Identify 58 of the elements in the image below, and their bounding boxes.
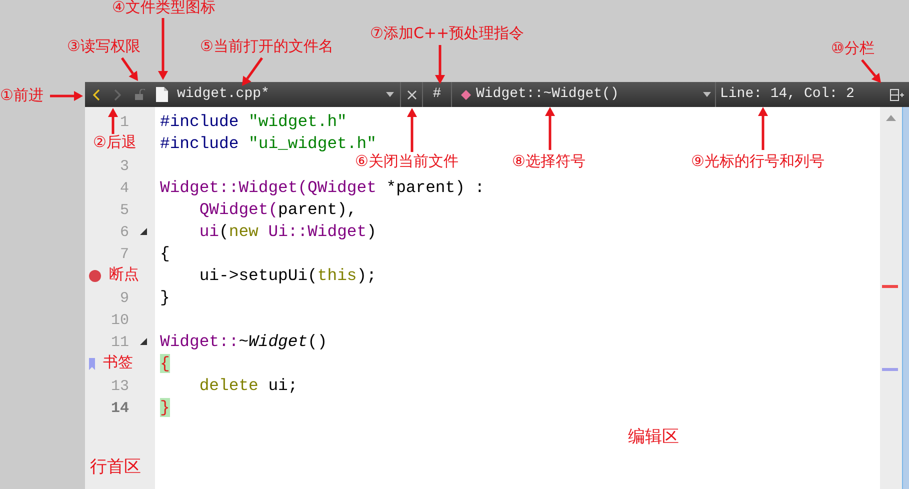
- annotation-label: ①前进: [0, 88, 44, 103]
- back-icon[interactable]: [92, 88, 100, 100]
- split-icon[interactable]: [890, 88, 904, 100]
- code-line: #include "ui_widget.h": [160, 133, 376, 154]
- line-number: 5: [120, 202, 129, 219]
- annotation-label: 行首区: [90, 459, 141, 476]
- arrow: [545, 107, 555, 150]
- line-number: 1: [120, 114, 129, 131]
- preprocessor-button[interactable]: #: [423, 84, 451, 105]
- line-number: 7: [120, 246, 129, 263]
- arrow: [50, 91, 83, 101]
- file-dropdown[interactable]: widget.cpp*: [173, 82, 394, 107]
- note-label: 断点: [109, 266, 139, 286]
- arrow: [407, 108, 417, 152]
- close-icon[interactable]: [406, 90, 416, 100]
- code-line: }: [160, 287, 170, 309]
- code-line: delete ui;: [198, 375, 298, 397]
- breakpoint-icon[interactable]: [89, 270, 101, 282]
- line-number: 13: [110, 378, 129, 395]
- arrow: [108, 108, 118, 134]
- cursor-position: Line: 14, Col: 2: [720, 85, 856, 104]
- line-number: 6: [120, 224, 129, 241]
- line-number: 10: [110, 312, 129, 329]
- annotation-label: ⑥关闭当前文件: [355, 154, 458, 169]
- arrow: [758, 107, 768, 150]
- file-icon: [156, 87, 168, 102]
- caret-icon: [386, 92, 394, 97]
- annotation-label: ⑩分栏: [831, 41, 874, 56]
- annotation-label: ⑧选择符号: [512, 154, 586, 169]
- annotation-label: ③读写权限: [67, 39, 140, 54]
- arrow: [861, 59, 881, 83]
- annotation-label: ⑦添加C++预处理指令: [370, 26, 524, 41]
- annotation-label: ⑨光标的行号和列号: [691, 154, 824, 169]
- code-line: ui->setupUi(this);: [198, 265, 376, 287]
- note-label: 书签: [103, 354, 133, 374]
- code-line: #include "widget.h": [160, 111, 347, 133]
- arrow: [158, 18, 168, 80]
- annotation-label: 编辑区: [628, 429, 679, 446]
- line-number: 3: [120, 158, 129, 175]
- code-line: {: [160, 243, 170, 265]
- annotation-label: ⑤当前打开的文件名: [200, 39, 334, 54]
- code-line: Widget::Widget(QWidget *parent) :: [160, 177, 485, 199]
- line-number: 9: [120, 290, 129, 307]
- line-number: 14: [110, 400, 129, 417]
- annotation-label: ②后退: [93, 135, 136, 150]
- line-number: 11: [110, 334, 129, 351]
- symbol-icon: [460, 88, 472, 100]
- caret-icon: [703, 92, 711, 97]
- code-line: ui(new Ui::Widget): [198, 221, 376, 243]
- fold-icon[interactable]: [140, 338, 147, 345]
- code-line: Widget::~Widget(): [160, 331, 328, 353]
- symbol-dropdown[interactable]: Widget::~Widget(): [452, 82, 711, 107]
- fold-icon[interactable]: [140, 228, 147, 235]
- code-line: QWidget(parent),: [198, 199, 357, 221]
- arrow: [435, 45, 445, 84]
- arrow: [120, 57, 138, 81]
- arrow: [242, 57, 264, 86]
- line-number: 4: [120, 180, 129, 197]
